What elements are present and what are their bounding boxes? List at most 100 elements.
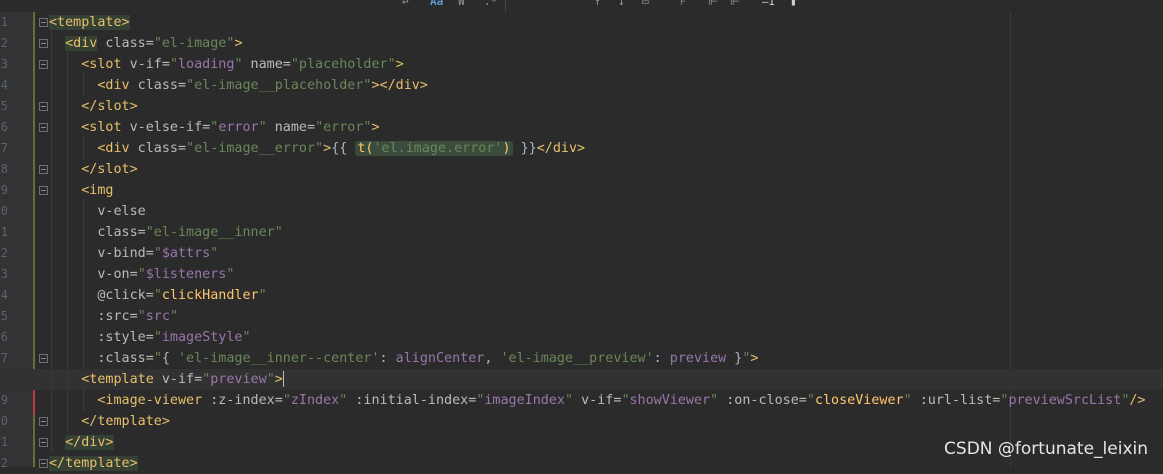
quote: " [258, 120, 267, 135]
indent-guide [67, 52, 69, 432]
js-expression: clickHandler [161, 288, 259, 303]
brace-open: { [161, 351, 178, 366]
js-expression: $attrs [161, 246, 211, 261]
code-line: <template> [49, 12, 130, 33]
indent-guide [83, 73, 85, 96]
indent-guide [83, 199, 85, 369]
words-icon[interactable]: W [458, 0, 465, 8]
fold-marker-icon[interactable] [39, 123, 48, 132]
fold-marker-icon[interactable] [39, 102, 48, 111]
brace-close: } [726, 351, 743, 366]
attr-name: :class= [97, 351, 154, 366]
tag-close: ></div> [371, 78, 428, 93]
js-expression: preview [669, 351, 727, 366]
tag-open: <div [97, 78, 130, 93]
attr-value: "el-image__error" [186, 141, 324, 156]
tag-open: <slot [81, 120, 122, 135]
interpolation-highlight: t('el.image.error') [355, 141, 513, 156]
match-case-icon[interactable]: Aa [430, 0, 443, 8]
code-line: :class="{ 'el-image__inner--center': ali… [49, 348, 758, 369]
attr-name: v-else-if= [121, 120, 211, 135]
line-number: 2 [0, 456, 8, 470]
align-icon[interactable]: ⊦ [680, 0, 686, 8]
fold-marker-icon[interactable] [39, 18, 48, 27]
tag-close: /> [1129, 393, 1146, 408]
quote: " [710, 393, 719, 408]
js-expression: $listeners [145, 267, 227, 282]
quote: " [153, 330, 162, 345]
line-number: 3 [0, 57, 8, 71]
mustache-close: }} [512, 141, 537, 156]
quote: " [169, 309, 178, 324]
comma: , [484, 351, 501, 366]
filter-icon[interactable]: ▭ [642, 0, 649, 8]
string-literal: 'el-image__preview' [500, 351, 654, 366]
line-number: 9 [0, 393, 8, 407]
attr-value: "el-image__placeholder" [186, 78, 372, 93]
tag-open: <div [97, 141, 130, 156]
attr-name: :on-close= [718, 393, 807, 408]
line-number: 8 [0, 162, 8, 176]
js-expression: src [145, 309, 170, 324]
attr-name: class= [129, 78, 187, 93]
fold-marker-icon[interactable] [39, 438, 48, 447]
code-editor[interactable]: <template> <div class="el-image"> <slot … [0, 12, 1163, 471]
line-number: 2 [0, 36, 8, 50]
down-arrow-icon[interactable]: ↓ [618, 0, 625, 8]
line-number: 1 [0, 225, 8, 239]
fold-marker-icon[interactable] [39, 417, 48, 426]
quote: " [153, 246, 162, 261]
attr-name: :style= [97, 330, 154, 345]
quote: " [234, 57, 243, 72]
cursor-icon[interactable]: ‒I [762, 0, 775, 8]
attr-name: name= [242, 57, 291, 72]
code-line: </div> [49, 432, 114, 453]
align-multi-icon[interactable]: ⊩ [730, 0, 740, 8]
quote: " [226, 267, 235, 282]
attr-name: class= [97, 36, 154, 51]
toolbar-separator [505, 0, 506, 12]
attr-name: class= [129, 141, 187, 156]
tag-open: <img [81, 183, 114, 198]
quote: " [282, 393, 291, 408]
attr-name: :url-list= [911, 393, 1001, 408]
js-expression: loading [178, 57, 235, 72]
align-multi-icon[interactable]: ⊩ [708, 0, 718, 8]
tag-open: </div> [65, 435, 114, 450]
attr-name: :src= [97, 309, 138, 324]
undo-icon[interactable]: ↩ [402, 0, 409, 8]
quote: " [621, 393, 630, 408]
attr-name: @click= [97, 288, 154, 303]
string-literal: 'el.image.error' [373, 141, 503, 156]
code-line: <div class="el-image__placeholder"></div… [49, 75, 428, 96]
string-literal: 'el-image__inner--center' [178, 351, 380, 366]
up-arrow-icon[interactable]: ↑ [594, 0, 601, 8]
regex-icon[interactable]: .* [484, 0, 497, 8]
code-line: v-else [49, 201, 145, 222]
function-call: t( [357, 141, 374, 156]
code-line: :style="imageStyle" [49, 327, 250, 348]
quote: " [258, 288, 267, 303]
tag-close: > [395, 57, 404, 72]
tag-close: > [274, 372, 283, 387]
code-line: </template> [49, 453, 138, 474]
fold-marker-icon[interactable] [39, 354, 48, 363]
js-expression: zIndex [290, 393, 340, 408]
quote: " [153, 288, 162, 303]
code-line: :src="src" [49, 306, 178, 327]
line-number: 5 [0, 99, 8, 113]
attr-name: class= [97, 225, 146, 240]
settings-icon[interactable]: ▮ [790, 0, 797, 8]
line-number: 7 [0, 141, 8, 155]
fold-marker-icon[interactable] [39, 165, 48, 174]
fold-marker-icon[interactable] [39, 186, 48, 195]
line-number: 5 [0, 309, 8, 323]
fold-marker-icon[interactable] [39, 60, 48, 69]
fold-marker-icon[interactable] [39, 39, 48, 48]
code-line: <div class="el-image"> [49, 33, 243, 54]
attr-name: name= [266, 120, 316, 135]
quote: " [153, 351, 162, 366]
line-number: 3 [0, 267, 8, 281]
colon: : [379, 351, 396, 366]
tag-open: </slot> [81, 99, 138, 114]
